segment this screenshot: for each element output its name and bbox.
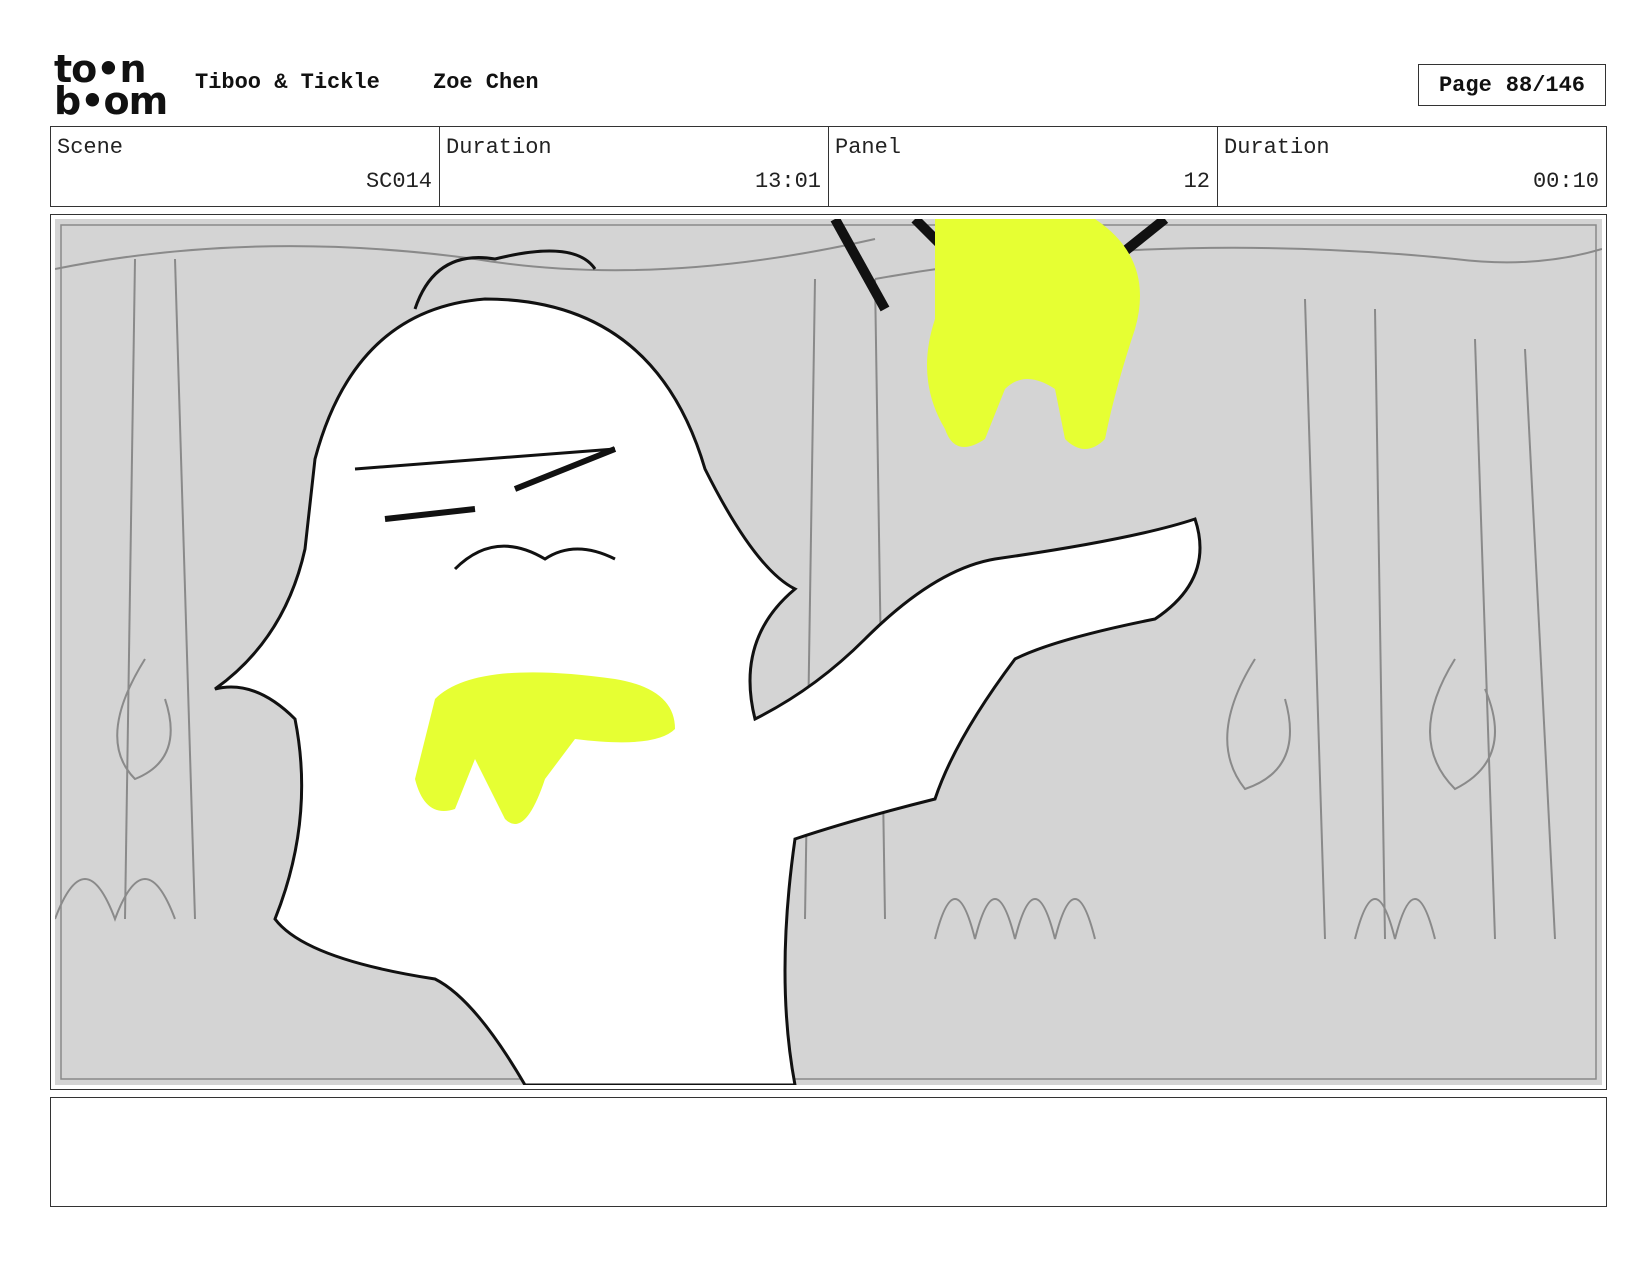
panel-duration-cell: Duration 00:10 [1218, 127, 1606, 206]
page-value: 88/146 [1505, 72, 1586, 98]
panel-drawing [55, 219, 1602, 1085]
panel-value: 12 [1183, 169, 1210, 194]
scene-duration-cell: Duration 13:01 [440, 127, 829, 206]
scene-cell: Scene SC014 [51, 127, 440, 206]
panel-duration-value: 00:10 [1532, 169, 1599, 194]
panel-info-table: Scene SC014 Duration 13:01 Panel 12 Dura… [50, 126, 1607, 207]
author-name: Zoe Chen [433, 70, 539, 95]
page-label: Page [1438, 72, 1492, 98]
toonboom-logo: to•n b•om [54, 50, 172, 123]
storyboard-panel [50, 214, 1607, 1090]
panel-label: Panel [835, 135, 902, 160]
scene-duration-value: 13:01 [754, 169, 821, 194]
panel-cell: Panel 12 [829, 127, 1218, 206]
scene-label: Scene [57, 135, 124, 160]
scene-value: SC014 [365, 169, 432, 194]
panel-notes-box [50, 1097, 1607, 1207]
logo-line-2: b•om [54, 79, 168, 123]
page-counter: Page 88/146 [1418, 64, 1606, 106]
project-title: Tiboo & Tickle [195, 70, 380, 95]
panel-duration-label: Duration [1224, 135, 1330, 160]
scene-duration-label: Duration [446, 135, 552, 160]
